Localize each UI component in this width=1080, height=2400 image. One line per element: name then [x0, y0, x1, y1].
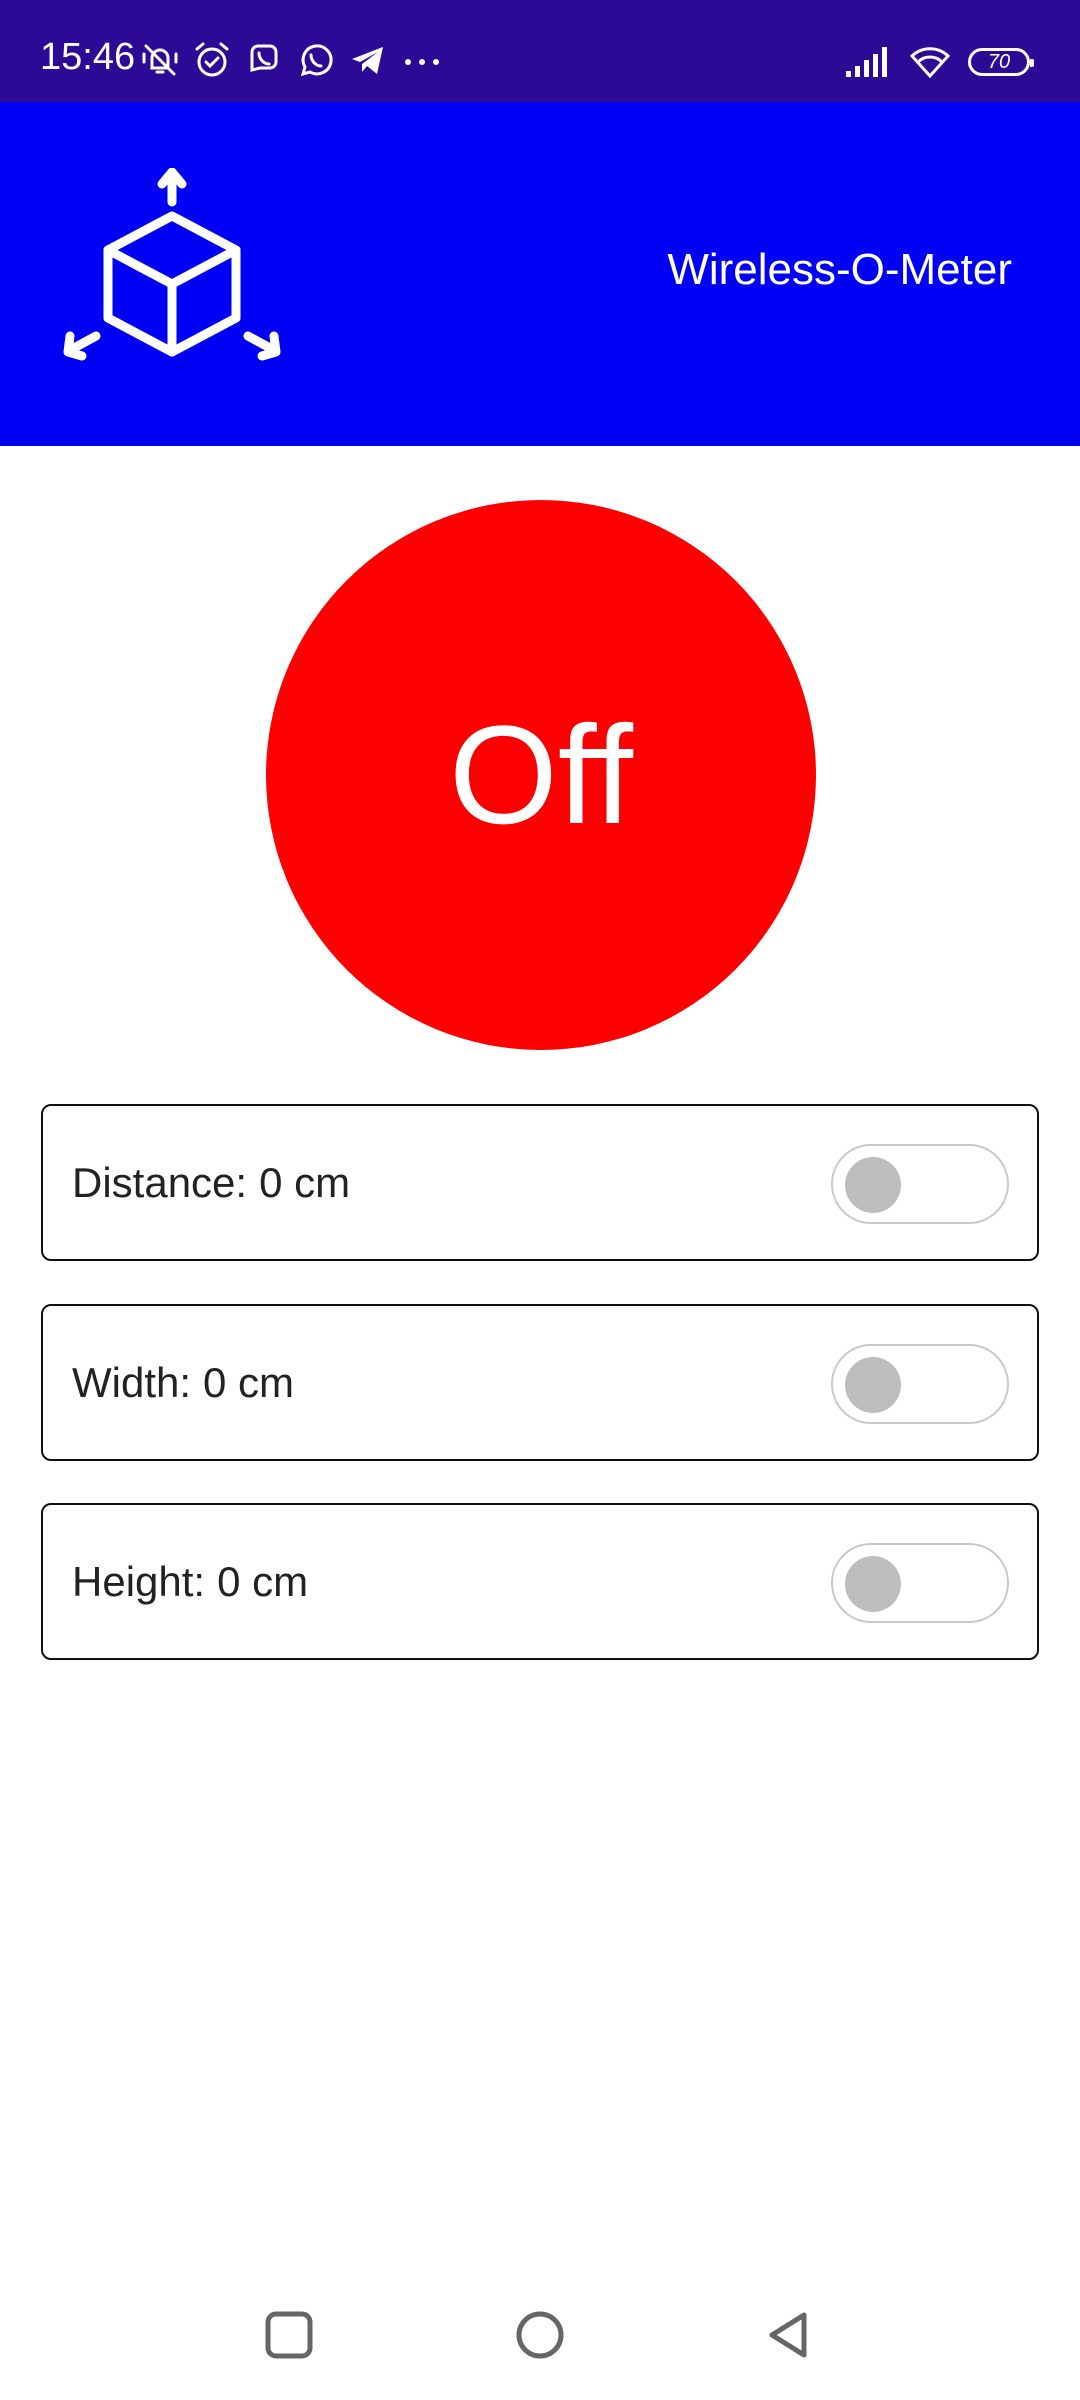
height-card: Height: 0 cm [41, 1503, 1039, 1660]
battery-level: 70 [987, 50, 1011, 73]
home-circle-icon[interactable] [505, 2300, 575, 2370]
height-label: Height: [72, 1557, 206, 1605]
recents-square-icon[interactable] [254, 2300, 324, 2370]
distance-card: Distance: 0 cm [41, 1104, 1039, 1261]
status-icons-left [140, 40, 444, 80]
width-label: Width: [72, 1358, 192, 1406]
width-card: Width: 0 cm [41, 1304, 1039, 1461]
cube-dimensions-icon [62, 167, 282, 378]
power-toggle-button[interactable]: Off [266, 500, 816, 1050]
distance-value: 0 cm [259, 1158, 351, 1206]
app-header: Wireless-O-Meter [0, 102, 1080, 446]
whatsapp-icon [296, 40, 336, 80]
width-value: 0 cm [203, 1358, 295, 1406]
system-nav-bar [0, 2270, 1080, 2400]
width-toggle[interactable] [831, 1344, 1009, 1424]
distance-readout: Distance: 0 cm [72, 1158, 351, 1206]
height-toggle[interactable] [831, 1543, 1009, 1623]
toggle-knob [845, 1556, 901, 1612]
mute-icon [140, 40, 180, 80]
toggle-knob [845, 1357, 901, 1413]
status-icons-right: 70 [844, 42, 1034, 82]
status-time: 15:46 [40, 36, 136, 78]
height-readout: Height: 0 cm [72, 1557, 309, 1605]
status-bar: 15:46 70 [0, 0, 1080, 102]
alarm-icon [192, 40, 232, 80]
viber-icon [244, 40, 284, 80]
back-triangle-icon[interactable] [753, 2300, 823, 2370]
more-dots-icon [400, 40, 444, 80]
toggle-knob [845, 1157, 901, 1213]
distance-label: Distance: [72, 1158, 248, 1206]
width-readout: Width: 0 cm [72, 1358, 295, 1406]
app-title: Wireless-O-Meter [667, 245, 1012, 294]
distance-toggle[interactable] [831, 1144, 1009, 1224]
telegram-icon [348, 40, 388, 80]
signal-icon [844, 45, 892, 79]
height-value: 0 cm [217, 1557, 309, 1605]
battery-icon: 70 [968, 48, 1034, 76]
wifi-icon [908, 44, 952, 80]
power-button-label: Off [448, 696, 634, 853]
